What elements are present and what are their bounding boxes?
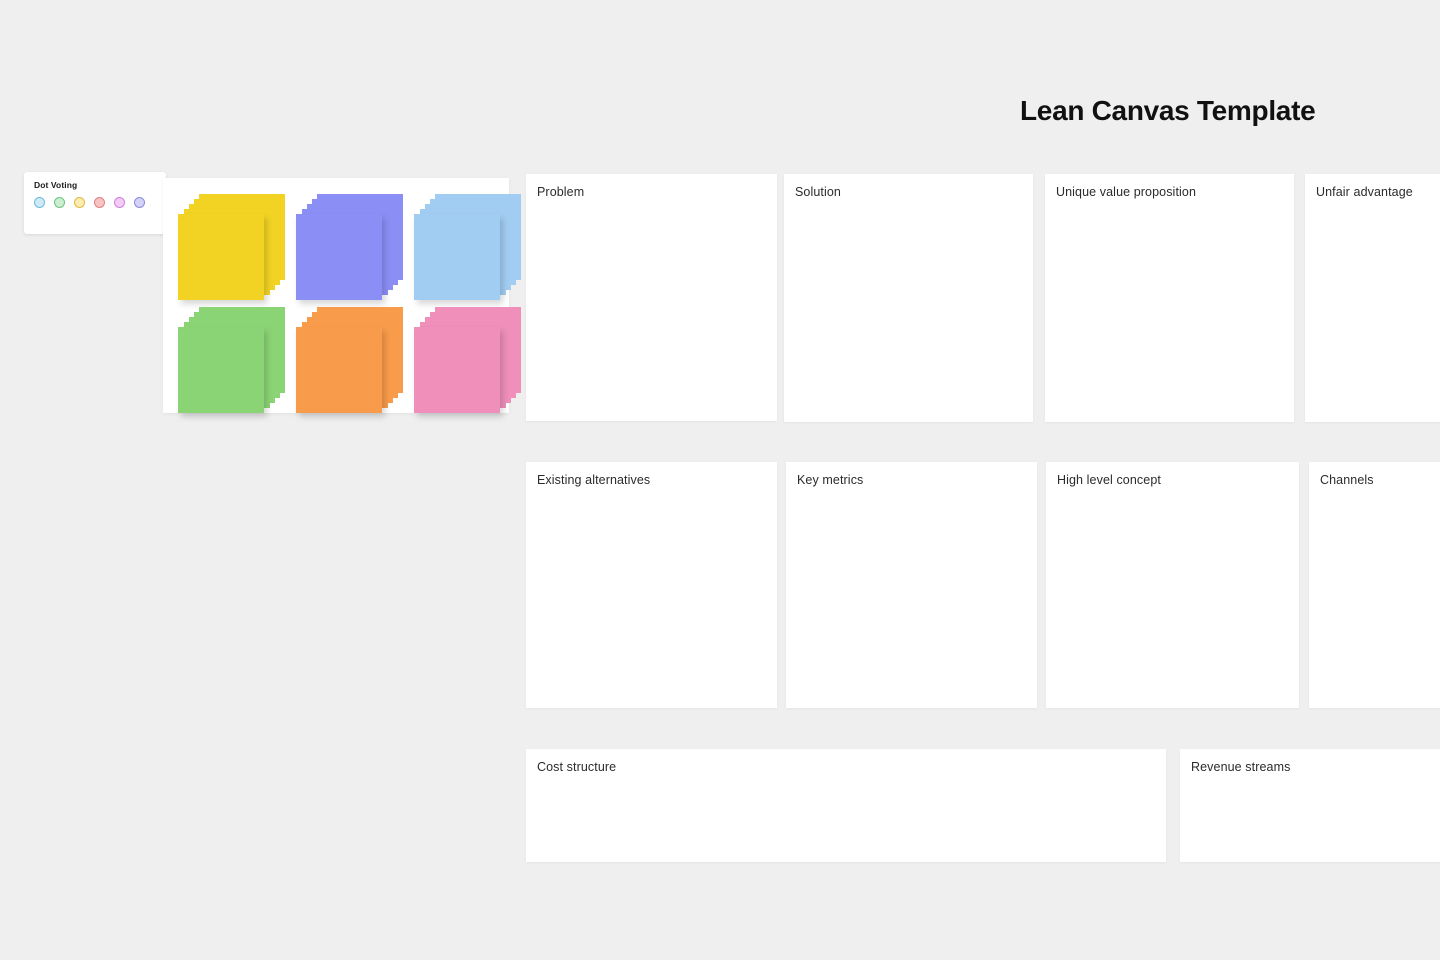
block-key-metrics-label: Key metrics: [797, 473, 864, 487]
dot-yellow[interactable]: [74, 197, 85, 208]
dot-voting-title: Dot Voting: [34, 180, 78, 190]
sticky-note-palette[interactable]: [163, 178, 521, 413]
sticky-note-orange-sheet: [296, 327, 382, 413]
block-cost-structure-label: Cost structure: [537, 760, 617, 774]
block-high-level-concept[interactable]: High level concept: [1046, 462, 1299, 708]
block-problem-label: Problem: [537, 185, 585, 199]
dot-red[interactable]: [94, 197, 105, 208]
block-existing-alternatives-label: Existing alternatives: [537, 473, 651, 487]
block-unique-value-proposition-label: Unique value proposition: [1056, 185, 1196, 199]
sticky-note-periwinkle-sheet: [296, 214, 382, 300]
block-unfair-advantage[interactable]: Unfair advantage: [1305, 174, 1440, 422]
sticky-note-orange[interactable]: [295, 305, 407, 415]
dot-purple[interactable]: [134, 197, 145, 208]
block-high-level-concept-label: High level concept: [1057, 473, 1161, 487]
sticky-note-yellow-sheet: [178, 214, 264, 300]
block-channels[interactable]: Channels: [1309, 462, 1440, 708]
block-problem[interactable]: Problem: [526, 174, 777, 421]
sticky-note-green-sheet: [178, 327, 264, 413]
sticky-note-grid: [177, 192, 525, 415]
block-unique-value-proposition[interactable]: Unique value proposition: [1045, 174, 1294, 422]
sticky-note-yellow[interactable]: [177, 192, 289, 302]
block-key-metrics[interactable]: Key metrics: [786, 462, 1037, 708]
sticky-note-periwinkle[interactable]: [295, 192, 407, 302]
sticky-note-green[interactable]: [177, 305, 289, 415]
block-existing-alternatives[interactable]: Existing alternatives: [526, 462, 777, 708]
dot-pink[interactable]: [114, 197, 125, 208]
dot-voting-swatches: [34, 197, 156, 208]
dot-blue[interactable]: [34, 197, 45, 208]
block-revenue-streams-label: Revenue streams: [1191, 760, 1291, 774]
block-channels-label: Channels: [1320, 473, 1374, 487]
block-solution-label: Solution: [795, 185, 841, 199]
block-cost-structure[interactable]: Cost structure: [526, 749, 1166, 862]
dot-voting-widget[interactable]: Dot Voting: [24, 172, 166, 234]
block-revenue-streams[interactable]: Revenue streams: [1180, 749, 1440, 862]
block-solution[interactable]: Solution: [784, 174, 1033, 422]
sticky-note-lightblue[interactable]: [413, 192, 525, 302]
page-title: Lean Canvas Template: [1020, 95, 1316, 126]
sticky-note-lightblue-sheet: [414, 214, 500, 300]
lean-canvas-board: Lean Canvas Template Dot Voting Problem S…: [0, 0, 1440, 960]
sticky-note-pink-sheet: [414, 327, 500, 413]
block-unfair-advantage-label: Unfair advantage: [1316, 185, 1413, 199]
dot-green[interactable]: [54, 197, 65, 208]
sticky-note-pink[interactable]: [413, 305, 525, 415]
